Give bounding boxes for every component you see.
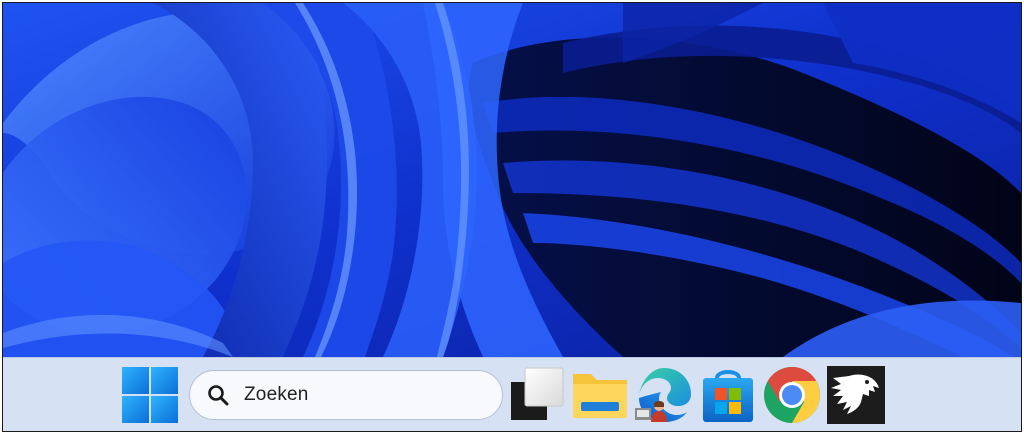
store-icon bbox=[703, 370, 753, 422]
hawk-app-button[interactable] bbox=[825, 364, 887, 426]
hawk-icon bbox=[827, 366, 885, 424]
search-box[interactable]: Zoeken bbox=[189, 370, 503, 420]
microsoft-store-button[interactable] bbox=[697, 364, 759, 426]
search-icon bbox=[206, 383, 230, 407]
desktop-screen: Zoeken bbox=[2, 2, 1022, 432]
search-placeholder: Zoeken bbox=[244, 384, 309, 405]
task-view-icon bbox=[511, 367, 564, 420]
chrome-button[interactable] bbox=[761, 364, 823, 426]
chrome-icon bbox=[764, 367, 820, 423]
windows-logo-icon bbox=[122, 367, 178, 423]
edge-icon bbox=[635, 368, 691, 422]
file-explorer-button[interactable] bbox=[569, 364, 631, 426]
taskbar: Zoeken bbox=[3, 357, 1021, 431]
start-button[interactable] bbox=[119, 364, 181, 426]
task-view-button[interactable] bbox=[507, 364, 569, 426]
folder-icon bbox=[573, 374, 627, 418]
edge-button[interactable] bbox=[633, 364, 695, 426]
desktop-wallpaper bbox=[3, 3, 1021, 357]
